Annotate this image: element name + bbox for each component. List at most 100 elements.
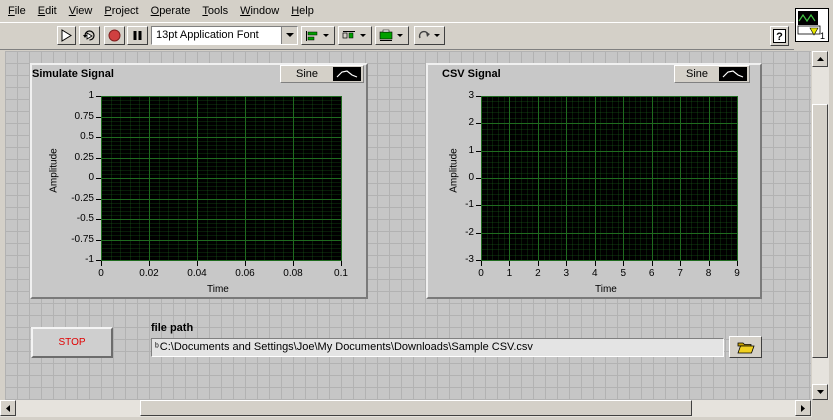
menu-label-rest: dit xyxy=(45,5,57,17)
plot-grid xyxy=(481,96,738,261)
file-path-input[interactable]: ᵇC:\Documents and Settings\Joe\My Docume… xyxy=(151,338,724,357)
y-tick-mark xyxy=(476,96,481,97)
y-tick-label: -2 xyxy=(465,226,474,238)
plot-legend[interactable]: Sine xyxy=(280,65,364,83)
legend-plot-name: Sine xyxy=(685,68,709,80)
file-path-label: file path xyxy=(151,322,194,334)
y-axis-label: Amplitude xyxy=(448,148,460,193)
menu-mnemonic: H xyxy=(291,5,300,17)
distribute-objects-icon[interactable] xyxy=(338,26,372,45)
y-tick-label: -1 xyxy=(85,254,94,265)
menu-label-rest: indow xyxy=(250,5,280,17)
menu-mnemonic: O xyxy=(150,5,160,17)
menu-help[interactable]: Help xyxy=(287,5,318,17)
menu-mnemonic: W xyxy=(240,5,251,17)
y-tick-label: 0 xyxy=(88,172,94,183)
y-tick-mark xyxy=(476,178,481,179)
vertical-scrollbar[interactable] xyxy=(812,51,829,400)
font-select[interactable]: 13pt Application Font xyxy=(151,26,298,45)
plot-area[interactable] xyxy=(101,96,342,261)
horizontal-scrollbar[interactable] xyxy=(0,400,812,417)
y-tick-label: 0.25 xyxy=(74,151,94,163)
menu-label-rest: roject xyxy=(111,5,139,17)
vertical-scroll-thumb[interactable] xyxy=(812,104,828,358)
y-tick-mark xyxy=(96,199,101,200)
x-tick-mark xyxy=(509,261,510,266)
y-tick-mark xyxy=(96,240,101,241)
scroll-left-icon[interactable] xyxy=(0,400,16,416)
menu-file[interactable]: File xyxy=(4,5,30,17)
x-tick-label: 0 xyxy=(98,268,104,279)
sine-wave-icon xyxy=(719,67,747,81)
stop-button-label: STOP xyxy=(58,337,86,348)
file-path-value: C:\Documents and Settings\Joe\My Documen… xyxy=(159,341,533,353)
x-tick-mark xyxy=(245,261,246,266)
menu-label-rest: ools xyxy=(207,5,229,17)
svg-text:?: ? xyxy=(776,31,783,43)
menu-edit[interactable]: Edit xyxy=(34,5,61,17)
scroll-right-icon[interactable] xyxy=(795,400,811,416)
reorder-icon[interactable] xyxy=(414,26,445,45)
x-tick-mark xyxy=(623,261,624,266)
pause-icon[interactable] xyxy=(127,26,148,45)
browse-folder-button[interactable] xyxy=(729,336,762,358)
scroll-down-icon[interactable] xyxy=(812,384,828,400)
menu-project[interactable]: Project xyxy=(100,5,142,17)
menu-label-rest: perate xyxy=(159,5,191,17)
align-objects-icon[interactable] xyxy=(301,26,335,45)
abort-icon[interactable] xyxy=(104,26,125,45)
chevron-down-icon[interactable] xyxy=(281,27,297,44)
y-tick-label: 0.75 xyxy=(74,110,94,122)
vi-icon-number: 1 xyxy=(820,31,825,41)
y-tick-mark xyxy=(96,178,101,179)
x-tick-mark xyxy=(538,261,539,266)
horizontal-scroll-thumb[interactable] xyxy=(140,400,692,416)
x-tick-label: 9 xyxy=(734,268,740,279)
toolbar: 13pt Application Font ? xyxy=(0,22,794,50)
plot-area[interactable] xyxy=(481,96,738,261)
menu-label-rest: ile xyxy=(14,5,26,17)
y-tick-label: 0.5 xyxy=(80,131,94,142)
y-tick-mark xyxy=(96,117,101,118)
context-help-icon[interactable]: ? xyxy=(770,26,789,46)
y-tick-label: -0.75 xyxy=(71,233,94,245)
x-tick-mark xyxy=(481,261,482,266)
menu-operate[interactable]: Operate xyxy=(147,5,195,17)
plot-legend[interactable]: Sine xyxy=(674,65,750,83)
graph-title: Simulate Signal xyxy=(32,68,114,80)
x-axis-label: Time xyxy=(207,284,229,295)
sine-wave-icon xyxy=(333,67,361,81)
legend-plot-name: Sine xyxy=(295,68,319,80)
stop-button[interactable]: STOP xyxy=(31,327,113,358)
x-tick-mark xyxy=(197,261,198,266)
x-tick-mark xyxy=(341,261,342,266)
menu-view[interactable]: View xyxy=(65,5,97,17)
x-axis-label: Time xyxy=(595,284,617,295)
waveform-graph-simulate-signal[interactable]: Simulate Signal Sine Amplitude Time 1 0.7… xyxy=(30,63,368,299)
x-tick-mark xyxy=(652,261,653,266)
waveform-graph-csv-signal[interactable]: CSV Signal Sine Amplitude Time 3 2 1 0 -1 -2 -… xyxy=(426,63,762,299)
scroll-up-icon[interactable] xyxy=(812,51,828,67)
menu-mnemonic: E xyxy=(37,5,46,17)
x-tick-label: 0.06 xyxy=(235,268,255,279)
y-tick-label: -0.5 xyxy=(76,213,94,224)
x-tick-label: 0.04 xyxy=(187,268,207,279)
y-tick-mark xyxy=(476,151,481,152)
vi-icon[interactable]: 1 xyxy=(795,8,829,42)
x-tick-mark xyxy=(709,261,710,266)
run-arrow-icon[interactable] xyxy=(57,26,76,45)
x-tick-mark xyxy=(737,261,738,266)
x-tick-mark xyxy=(566,261,567,266)
y-tick-mark xyxy=(96,219,101,220)
menu-mnemonic: P xyxy=(104,5,112,17)
resize-objects-icon[interactable] xyxy=(375,26,409,45)
x-tick-mark xyxy=(595,261,596,266)
menu-window[interactable]: Window xyxy=(236,5,283,17)
y-tick-mark xyxy=(476,123,481,124)
y-tick-label: -0.25 xyxy=(71,192,94,204)
run-continuously-icon[interactable] xyxy=(79,26,100,45)
y-tick-label: -1 xyxy=(465,199,474,211)
menu-mnemonic: V xyxy=(68,5,76,17)
y-tick-label: 1 xyxy=(88,90,94,101)
menu-tools[interactable]: Tools xyxy=(198,5,232,17)
